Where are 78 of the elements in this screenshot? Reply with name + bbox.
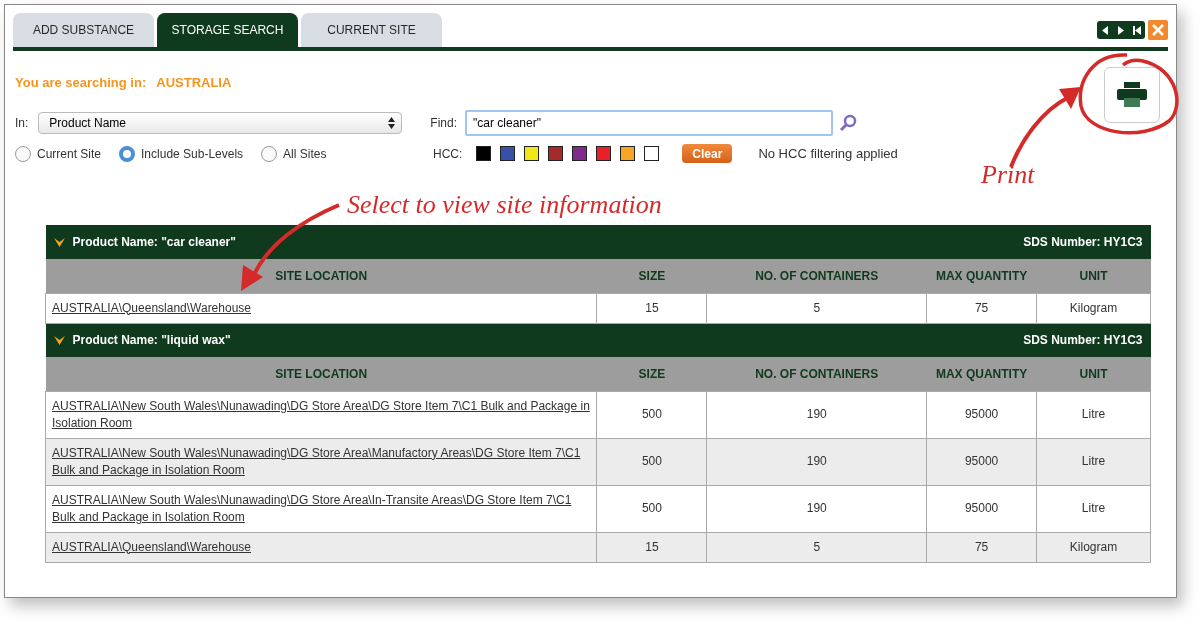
table-cell: 95000 <box>926 485 1037 532</box>
hcc-status: No HCC filtering applied <box>758 146 898 161</box>
color-swatch[interactable] <box>620 146 636 161</box>
color-swatch[interactable] <box>524 146 540 161</box>
site-location-link[interactable]: AUSTRALIA\New South Wales\Nunawading\DG Store Area\Manufactory Areas\DG Store Item 7\C1 Bulk and Package in Isolation Room <box>52 444 591 479</box>
column-header: MAX QUANTITY <box>926 357 1037 391</box>
sds-number: SDS Number: HY1C3 <box>1023 333 1143 348</box>
find-input[interactable]: "car cleaner" <box>465 110 834 136</box>
printer-icon <box>1117 82 1147 108</box>
close-icon <box>1152 24 1164 36</box>
chevron-down-icon <box>53 335 65 345</box>
radio-button[interactable] <box>15 145 31 162</box>
column-header: NO. OF CONTAINERS <box>706 357 927 391</box>
table-cell: 5 <box>706 293 927 323</box>
annotation-text: Print <box>981 161 1035 189</box>
table-cell: 190 <box>706 438 927 485</box>
group-header[interactable]: Product Name: "car cleaner" SDS Number: HY1C3 <box>45 225 1151 259</box>
column-header: UNIT <box>1036 259 1151 293</box>
table-cell: 500 <box>596 438 707 485</box>
table-cell: 500 <box>596 391 707 438</box>
product-name: Product Name: "liquid wax" <box>72 333 231 348</box>
color-swatch[interactable] <box>596 146 612 161</box>
column-header: NO. OF CONTAINERS <box>706 259 927 293</box>
column-header: SIZE <box>596 259 707 293</box>
column-header: SIZE <box>596 357 707 391</box>
radio-label: All Sites <box>283 146 327 161</box>
triangle-right-icon <box>1118 25 1124 35</box>
search-field-select[interactable]: Product Name <box>38 112 403 134</box>
column-header: MAX QUANTITY <box>926 259 1037 293</box>
product-name: Product Name: "car cleaner" <box>72 235 236 249</box>
group-header[interactable]: Product Name: "liquid wax" SDS Number: HY1C3 <box>45 323 1151 357</box>
column-header: SITE LOCATION <box>45 357 597 391</box>
in-label: In: <box>15 116 29 130</box>
column-header: UNIT <box>1036 357 1151 391</box>
annotation-text: Select to view site information <box>347 191 662 219</box>
color-swatch[interactable] <box>500 146 516 161</box>
sds-number: SDS Number: HY1C3 <box>1023 235 1143 249</box>
color-swatch[interactable] <box>476 146 492 161</box>
radio-button[interactable] <box>261 145 278 162</box>
table-cell: Kilogram <box>1036 532 1151 562</box>
tab[interactable]: ADD SUBSTANCE <box>13 13 154 47</box>
table-cell: 15 <box>596 293 707 323</box>
radio-label: Include Sub-Levels <box>141 146 244 161</box>
table-cell: Litre <box>1036 438 1151 485</box>
site-location-link[interactable]: AUSTRALIA\Queensland\Warehouse <box>52 299 591 317</box>
table-cell: Litre <box>1036 391 1151 438</box>
column-header: SITE LOCATION <box>45 259 597 293</box>
stepper-icon <box>388 117 396 129</box>
search-icon[interactable] <box>839 114 858 132</box>
color-swatch[interactable] <box>572 146 588 161</box>
site-location-link[interactable]: AUSTRALIA\Queensland\Warehouse <box>52 538 591 556</box>
table-cell: 190 <box>706 391 927 438</box>
color-swatch[interactable] <box>644 146 660 161</box>
hcc-label: HCC: <box>433 146 463 161</box>
table-cell: 190 <box>706 485 927 532</box>
scope-label: You are searching in: <box>15 75 147 90</box>
triangle-left-icon <box>1102 25 1108 35</box>
table-cell: 95000 <box>926 438 1037 485</box>
tab[interactable]: CURRENT SITE <box>301 13 442 47</box>
table-cell: 500 <box>596 485 707 532</box>
radio-label: Current Site <box>37 146 102 161</box>
table-cell: 5 <box>706 532 927 562</box>
table-cell: 95000 <box>926 391 1037 438</box>
chevron-down-icon <box>53 237 65 247</box>
table-cell: Kilogram <box>1036 293 1151 323</box>
find-label: Find: <box>430 116 458 130</box>
table-cell: 75 <box>926 532 1037 562</box>
print-button[interactable] <box>1104 67 1160 123</box>
tab[interactable]: STORAGE SEARCH <box>157 13 298 47</box>
color-swatch[interactable] <box>548 146 564 161</box>
site-location-link[interactable]: AUSTRALIA\New South Wales\Nunawading\DG Store Area\In-Transite Areas\DG Store Item 7\C1 Bulk and Package in Isolation Room <box>52 491 591 526</box>
table-cell: Litre <box>1036 485 1151 532</box>
site-location-link[interactable]: AUSTRALIA\New South Wales\Nunawading\DG Store Area\DG Store Item 7\C1 Bulk and Package in Isolation Room <box>52 397 591 432</box>
table-cell: 75 <box>926 293 1037 323</box>
table-cell: 15 <box>596 532 707 562</box>
scope-value: AUSTRALIA <box>156 75 232 90</box>
skip-back-icon <box>1133 25 1141 35</box>
radio-button[interactable] <box>119 145 136 162</box>
